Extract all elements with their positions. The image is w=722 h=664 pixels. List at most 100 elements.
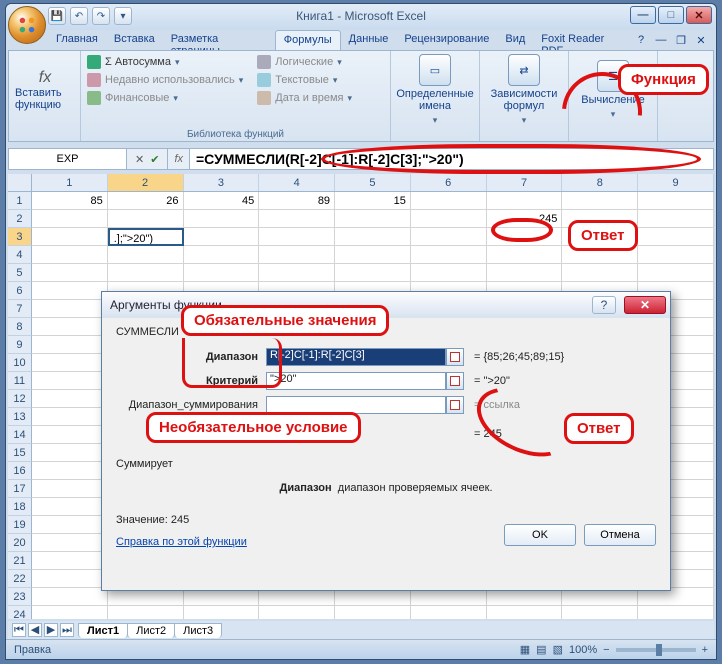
view-layout-icon[interactable]: ▤ bbox=[536, 643, 546, 656]
cell[interactable] bbox=[638, 228, 714, 246]
cell[interactable] bbox=[108, 210, 184, 228]
col-header[interactable]: 8 bbox=[562, 174, 638, 191]
cell[interactable]: 26 bbox=[108, 192, 184, 210]
row-header[interactable]: 18 bbox=[8, 498, 32, 516]
cell[interactable] bbox=[108, 246, 184, 264]
cell[interactable] bbox=[335, 210, 411, 228]
cell[interactable] bbox=[32, 354, 108, 372]
ribbon-close-icon[interactable]: ✕ bbox=[694, 34, 708, 47]
fx-label-icon[interactable]: fx bbox=[168, 149, 190, 169]
select-all-corner[interactable] bbox=[8, 174, 32, 191]
dialog-help-button[interactable]: ? bbox=[592, 296, 616, 314]
row-header[interactable]: 11 bbox=[8, 372, 32, 390]
row-header[interactable]: 5 bbox=[8, 264, 32, 282]
cell[interactable] bbox=[184, 210, 260, 228]
row-header[interactable]: 24 bbox=[8, 606, 32, 619]
tab-data[interactable]: Данные bbox=[341, 30, 397, 50]
tab-formulas[interactable]: Формулы bbox=[275, 30, 341, 50]
recent-button[interactable]: Недавно использовались bbox=[87, 71, 243, 89]
row-header[interactable]: 3 bbox=[8, 228, 32, 246]
cancel-formula-icon[interactable]: ✕ bbox=[135, 153, 144, 166]
row-header[interactable]: 23 bbox=[8, 588, 32, 606]
cell[interactable] bbox=[638, 192, 714, 210]
zoom-level[interactable]: 100% bbox=[569, 644, 597, 656]
formula-deps-button[interactable]: ⇄ Зависимости формул bbox=[486, 53, 562, 127]
cell[interactable] bbox=[335, 228, 411, 246]
cell[interactable] bbox=[32, 426, 108, 444]
zoom-slider[interactable] bbox=[616, 648, 696, 652]
cell[interactable] bbox=[32, 210, 108, 228]
arg-input-range[interactable]: R[-2]C[-1]:R[-2]C[3] bbox=[266, 348, 446, 366]
tab-home[interactable]: Главная bbox=[48, 30, 106, 50]
dialog-help-link[interactable]: Справка по этой функции bbox=[116, 536, 247, 548]
cell[interactable] bbox=[259, 228, 335, 246]
qat-customize-icon[interactable]: ▾ bbox=[114, 7, 132, 25]
collapse-dialog-icon[interactable] bbox=[446, 372, 464, 390]
logical-button[interactable]: Логические bbox=[257, 53, 352, 71]
cell[interactable] bbox=[638, 210, 714, 228]
cell[interactable] bbox=[32, 516, 108, 534]
datetime-button[interactable]: Дата и время bbox=[257, 89, 352, 107]
cell[interactable] bbox=[32, 318, 108, 336]
cell[interactable] bbox=[32, 552, 108, 570]
col-header[interactable]: 9 bbox=[638, 174, 714, 191]
cell[interactable] bbox=[32, 390, 108, 408]
tab-foxit[interactable]: Foxit Reader PDF bbox=[533, 30, 634, 50]
cell[interactable] bbox=[335, 606, 411, 619]
cell[interactable] bbox=[184, 606, 260, 619]
office-button[interactable] bbox=[8, 6, 46, 44]
help-icon[interactable]: ? bbox=[634, 34, 648, 46]
cell[interactable] bbox=[32, 228, 108, 246]
cell[interactable] bbox=[32, 372, 108, 390]
row-header[interactable]: 9 bbox=[8, 336, 32, 354]
tab-insert[interactable]: Вставка bbox=[106, 30, 163, 50]
cell[interactable] bbox=[32, 444, 108, 462]
cell[interactable] bbox=[411, 192, 487, 210]
cell[interactable] bbox=[32, 534, 108, 552]
col-header[interactable]: 2 bbox=[108, 174, 184, 191]
row-header[interactable]: 10 bbox=[8, 354, 32, 372]
view-normal-icon[interactable]: ▦ bbox=[520, 643, 530, 656]
cell[interactable] bbox=[108, 606, 184, 619]
collapse-dialog-icon[interactable] bbox=[446, 396, 464, 414]
minimize-button[interactable]: — bbox=[630, 6, 656, 24]
col-header[interactable]: 6 bbox=[411, 174, 487, 191]
text-button[interactable]: Текстовые bbox=[257, 71, 352, 89]
sheet-prev-icon[interactable]: ◀ bbox=[28, 623, 42, 637]
view-break-icon[interactable]: ▧ bbox=[553, 643, 563, 656]
collapse-dialog-icon[interactable] bbox=[446, 348, 464, 366]
qat-save-icon[interactable]: 💾 bbox=[48, 7, 66, 25]
defined-names-button[interactable]: ▭ Определенные имена bbox=[397, 53, 473, 127]
autosum-button[interactable]: Σ Автосумма bbox=[87, 53, 243, 71]
cell[interactable] bbox=[32, 300, 108, 318]
maximize-button[interactable]: □ bbox=[658, 6, 684, 24]
col-header[interactable]: 3 bbox=[184, 174, 260, 191]
dialog-close-button[interactable]: ✕ bbox=[624, 296, 666, 314]
cell[interactable] bbox=[487, 246, 563, 264]
zoom-in-icon[interactable]: + bbox=[702, 644, 708, 656]
cell[interactable] bbox=[487, 192, 563, 210]
tab-review[interactable]: Рецензирование bbox=[396, 30, 497, 50]
row-header[interactable]: 17 bbox=[8, 480, 32, 498]
row-header[interactable]: 7 bbox=[8, 300, 32, 318]
cell[interactable] bbox=[32, 246, 108, 264]
cell[interactable] bbox=[335, 246, 411, 264]
row-header[interactable]: 14 bbox=[8, 426, 32, 444]
financial-button[interactable]: Финансовые bbox=[87, 89, 243, 107]
tab-pagelayout[interactable]: Разметка страницы bbox=[163, 30, 275, 50]
row-header[interactable]: 16 bbox=[8, 462, 32, 480]
insert-function-button[interactable]: fx Вставить функцию bbox=[15, 53, 75, 127]
cell[interactable] bbox=[184, 228, 260, 246]
sheet-tab[interactable]: Лист3 bbox=[174, 623, 222, 638]
cell[interactable] bbox=[487, 606, 563, 619]
qat-undo-icon[interactable]: ↶ bbox=[70, 7, 88, 25]
cell[interactable]: 85 bbox=[32, 192, 108, 210]
cell[interactable] bbox=[638, 246, 714, 264]
cell[interactable] bbox=[259, 246, 335, 264]
sheet-tab[interactable]: Лист2 bbox=[127, 623, 175, 638]
cell[interactable]: 15 bbox=[335, 192, 411, 210]
cell[interactable] bbox=[562, 606, 638, 619]
arg-input-criteria[interactable]: ">20" bbox=[266, 372, 446, 390]
row-header[interactable]: 15 bbox=[8, 444, 32, 462]
cell[interactable] bbox=[184, 264, 260, 282]
